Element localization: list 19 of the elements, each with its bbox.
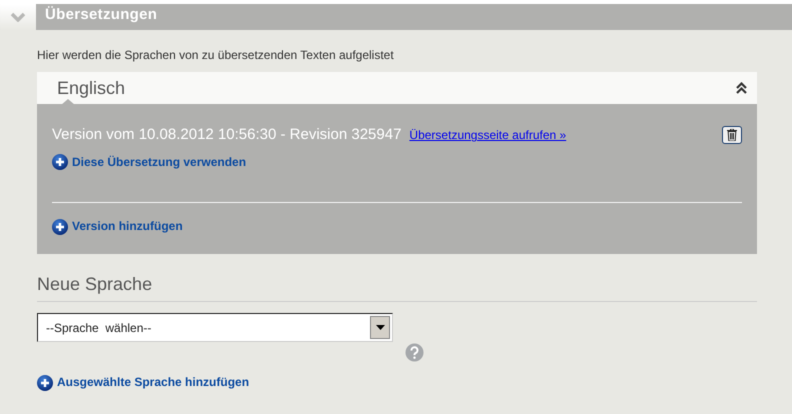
section-description: Hier werden die Sprachen von zu übersetzenden Texten aufgelistet xyxy=(37,47,395,64)
delete-button[interactable] xyxy=(722,126,742,144)
collapse-toggle[interactable] xyxy=(736,82,747,94)
add-version-link[interactable]: Version hinzufügen xyxy=(52,218,183,235)
double-chevron-up-icon xyxy=(736,82,747,94)
version-label: Version vom 10.08.2012 10:56:30 - Revision 325947 xyxy=(52,126,402,144)
plus-icon xyxy=(52,218,68,235)
new-language-heading: Neue Sprache xyxy=(37,274,757,302)
dropdown-arrow-icon xyxy=(376,325,384,330)
plus-icon xyxy=(52,154,68,170)
language-select[interactable]: --Sprache wählen-- xyxy=(37,313,393,342)
chevron-down-icon xyxy=(10,12,26,22)
add-language-link[interactable]: Ausgewählte Sprache hinzufügen xyxy=(37,374,250,391)
plus-icon xyxy=(37,374,53,391)
section-title: Übersetzungen xyxy=(36,4,792,30)
translation-page-link[interactable]: Übersetzungsseite aufrufen » xyxy=(409,128,566,143)
trash-icon xyxy=(727,129,737,142)
use-translation-link[interactable]: Diese Übersetzung verwenden xyxy=(52,154,246,170)
language-title: Englisch xyxy=(57,78,126,100)
